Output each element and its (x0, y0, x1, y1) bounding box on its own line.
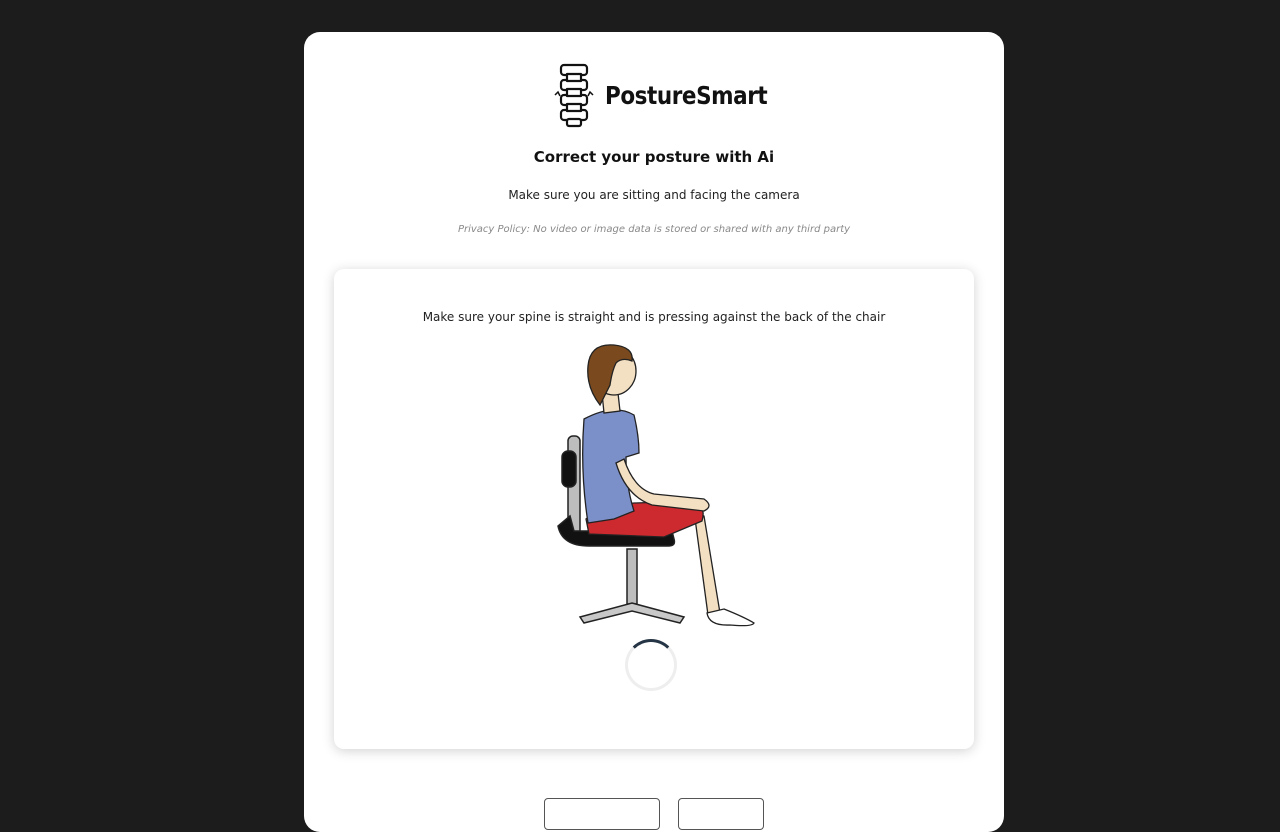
loading-spinner (625, 639, 677, 691)
brand-name: PostureSmart (605, 80, 768, 110)
legs (693, 509, 755, 627)
bottom-action-button[interactable] (544, 798, 660, 830)
page-title: Correct your posture with Ai (533, 148, 775, 166)
app-card: PostureSmart Correct your posture with A… (304, 32, 1004, 832)
bottom-action-button-secondary[interactable] (678, 798, 764, 830)
instruction-panel: Make sure your spine is straight and is … (334, 269, 974, 749)
seated-posture-illustration (557, 344, 755, 627)
brand-header: PostureSmart (304, 62, 1004, 128)
spine-icon (554, 63, 594, 128)
camera-instruction: Make sure you are sitting and facing the… (508, 188, 800, 202)
privacy-policy: Privacy Policy: No video or image data i… (457, 224, 851, 235)
shirt (582, 409, 640, 524)
posture-instruction: Make sure your spine is straight and is … (422, 310, 886, 324)
